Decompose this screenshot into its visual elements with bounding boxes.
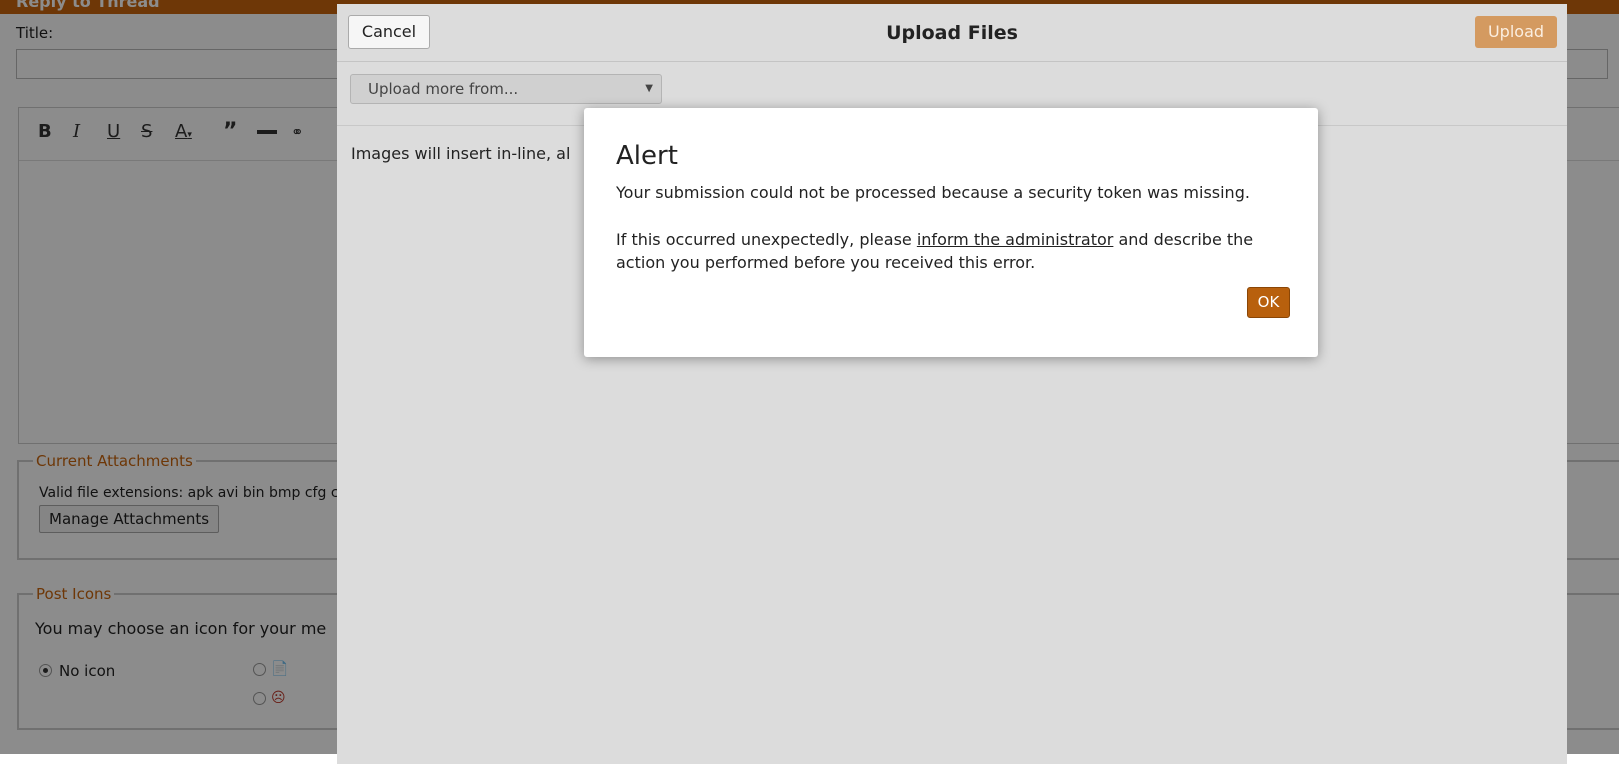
inform-administrator-link[interactable]: inform the administrator: [917, 230, 1114, 249]
alert-dialog: Alert Your submission could not be proce…: [584, 108, 1318, 357]
upload-hint-text: Images will insert in-line, al: [351, 144, 571, 163]
alert-message: Your submission could not be processed b…: [616, 183, 1250, 202]
alert-title: Alert: [616, 141, 678, 171]
chevron-down-icon: ▼: [645, 83, 653, 94]
alert-help-prefix: If this occurred unexpectedly, please: [616, 230, 917, 249]
upload-source-label: Upload more from...: [368, 80, 519, 98]
ok-button[interactable]: OK: [1247, 287, 1290, 318]
upload-dialog-title: Upload Files: [886, 22, 1018, 44]
upload-dialog-header: Cancel Upload Files Upload: [337, 4, 1567, 62]
upload-button[interactable]: Upload: [1475, 16, 1557, 48]
alert-help-text: If this occurred unexpectedly, please in…: [616, 228, 1296, 274]
upload-source-select[interactable]: Upload more from... ▼: [350, 74, 662, 104]
